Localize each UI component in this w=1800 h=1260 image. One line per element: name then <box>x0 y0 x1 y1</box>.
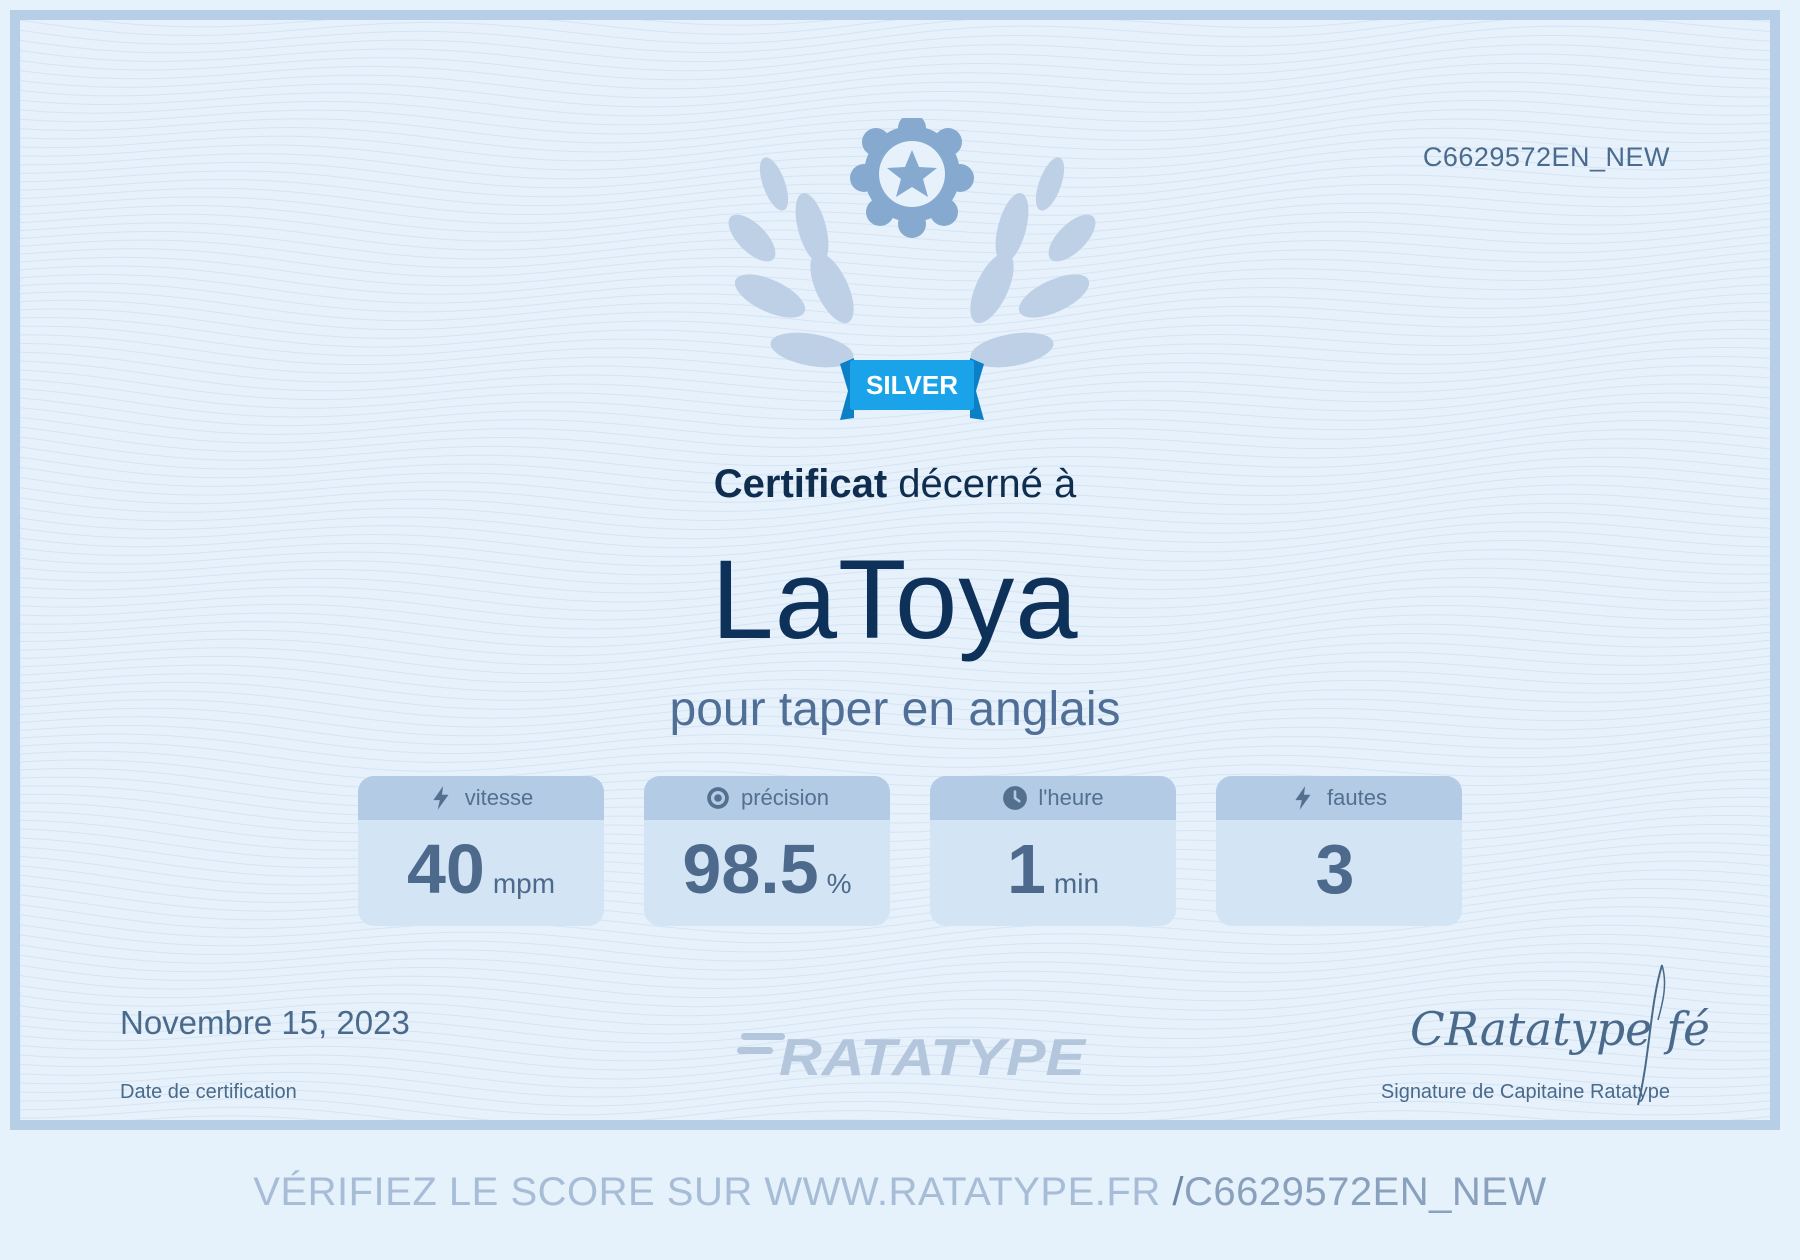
stat-card-errors: fautes 3 <box>1216 776 1462 926</box>
target-icon <box>707 787 729 809</box>
guilloche-line <box>20 34 1770 81</box>
guilloche-line <box>20 25 1770 72</box>
stat-unit: mpm <box>492 868 556 899</box>
stat-header: vitesse <box>358 776 604 820</box>
stats-row: vitesse 40 mpm précision 98.5 % l'heure <box>358 776 1464 926</box>
stat-value-box: 1 min <box>930 820 1176 926</box>
ratatype-logo: RATATYPE <box>737 1029 1086 1085</box>
certification-date-label: Date de certification <box>120 1081 297 1103</box>
stat-value-box: 98.5 % <box>644 820 890 926</box>
certificate-subtitle: pour taper en anglais <box>669 683 1121 736</box>
guilloche-line <box>20 20 1770 63</box>
stat-header: fautes <box>1216 776 1462 820</box>
certificate-id: C6629572EN_NEW <box>1422 142 1670 172</box>
certificate-heading: Certificat décerné à <box>20 462 1770 507</box>
verification-footer: VÉRIFIEZ LE SCORE SUR WWW.RATATYPE.FR /C… <box>0 1170 1800 1215</box>
signature-label: Signature de Capitaine Ratatype <box>1380 1081 1670 1103</box>
stat-value: 98.5 <box>682 830 819 908</box>
verify-text: VÉRIFIEZ LE SCORE SUR WWW.RATATYPE.FR <box>253 1170 1161 1214</box>
certificate-heading-rest: décerné à <box>898 462 1077 506</box>
stat-label: l'heure <box>1038 785 1104 810</box>
stat-value-box: 40 mpm <box>358 820 604 926</box>
stat-value: 40 <box>406 830 485 908</box>
stat-card-accuracy: précision 98.5 % <box>644 776 890 926</box>
certificate: C6629572EN_NEW SILVER Certificat décerné… <box>10 10 1780 1130</box>
certificate-heading-bold: Certificat <box>713 462 888 506</box>
badge-level-label: SILVER <box>866 370 958 400</box>
stat-card-speed: vitesse 40 mpm <box>358 776 604 926</box>
recipient-name: LaToya <box>711 537 1079 662</box>
silver-laurel-badge: SILVER <box>728 118 1096 420</box>
clock-icon <box>1003 786 1028 810</box>
guilloche-line <box>20 71 1770 117</box>
stat-card-time: l'heure 1 min <box>930 776 1176 926</box>
signature-handwriting: CRatatype fé <box>1410 1002 1710 1056</box>
stat-unit: % <box>826 868 852 899</box>
verify-slash: / <box>1172 1170 1184 1214</box>
stat-value-box: 3 <box>1216 820 1462 926</box>
verify-code[interactable]: C6629572EN_NEW <box>1184 1170 1547 1214</box>
guilloche-line <box>639 20 835 26</box>
stat-value: 3 <box>1315 830 1355 908</box>
stat-label: précision <box>740 785 830 810</box>
stat-header: précision <box>644 776 890 820</box>
guilloche-line <box>20 735 1770 781</box>
guilloche-line <box>20 62 1770 108</box>
stat-label: vitesse <box>464 785 534 810</box>
stat-label: fautes <box>1327 785 1387 810</box>
lightning-icon <box>1295 786 1311 810</box>
lightning-icon <box>433 786 449 810</box>
stat-header: l'heure <box>930 776 1176 820</box>
logo-wordmark: RATATYPE <box>779 1029 1086 1085</box>
stat-unit: min <box>1053 868 1100 899</box>
stat-value: 1 <box>1006 830 1046 908</box>
certification-date: Novembre 15, 2023 <box>120 1004 410 1041</box>
